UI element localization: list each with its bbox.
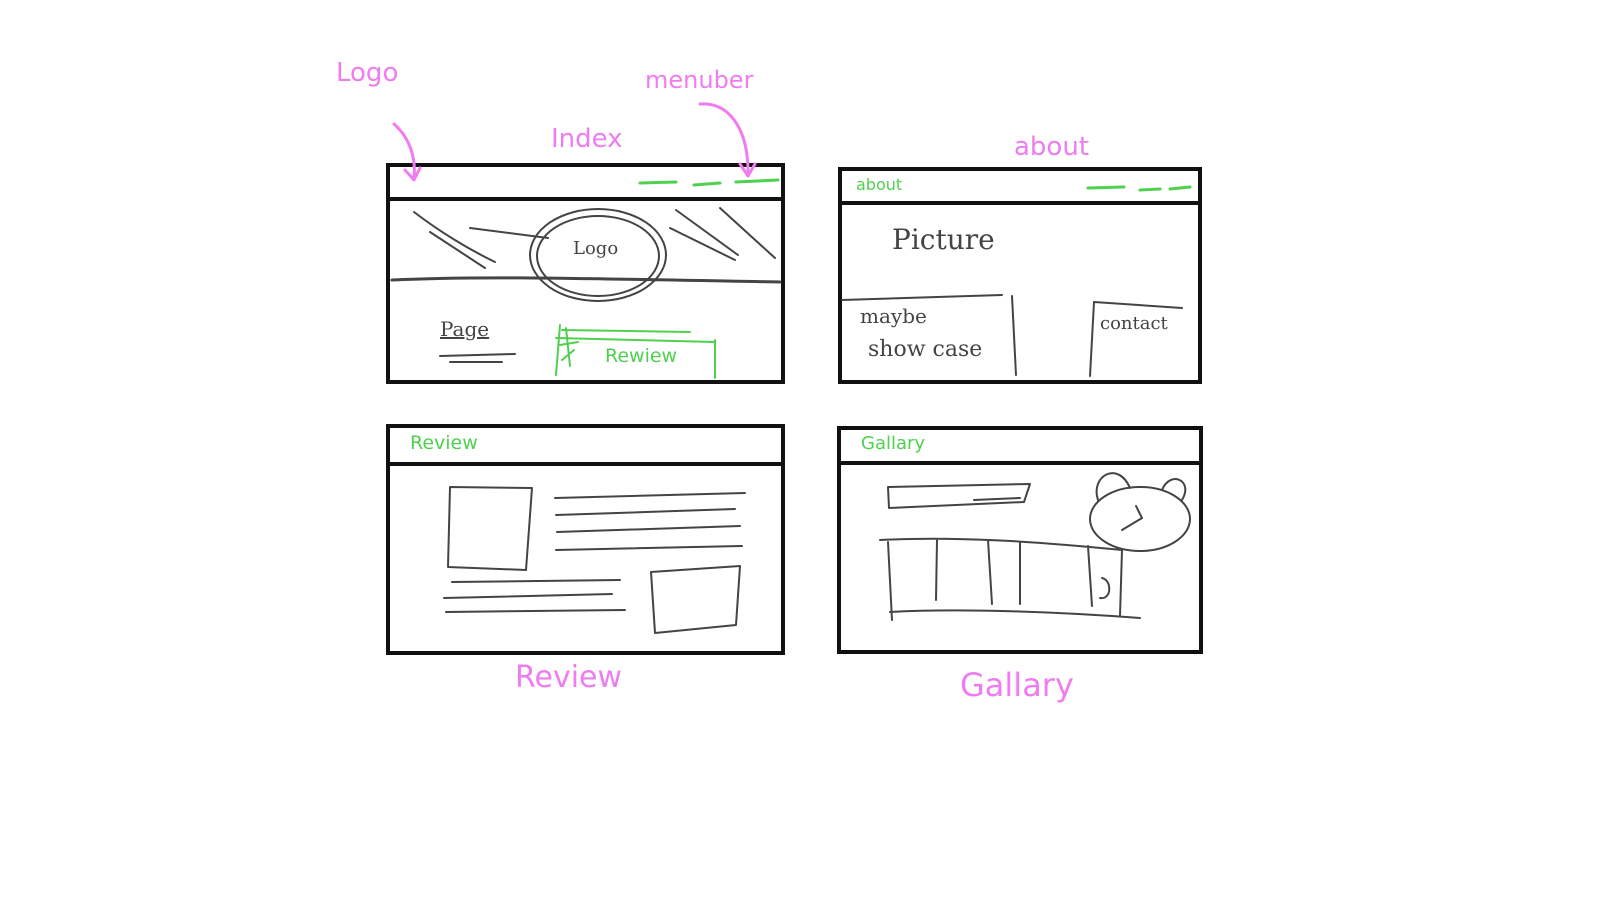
annotation-menubar: menuber <box>645 66 754 94</box>
annotation-about: about <box>1014 132 1090 162</box>
about-showcase-line-1: maybe <box>860 304 927 328</box>
about-picture: Picture <box>892 223 995 256</box>
about-showcase-line-2: show case <box>868 337 983 362</box>
annotation-review: Review <box>515 660 623 695</box>
review-header-label: Review <box>410 432 478 454</box>
review-wireframe: Review <box>386 424 785 655</box>
index-review-link: Rewiew <box>605 345 678 367</box>
about-header-label: about <box>856 175 903 194</box>
annotation-logo: Logo <box>336 58 399 88</box>
about-contact: contact <box>1100 313 1168 334</box>
index-page-link: Page <box>440 317 490 341</box>
sketch-strokes <box>390 102 1192 634</box>
index-wireframe: Logo Page Rewiew <box>386 163 785 384</box>
index-menubar <box>390 167 781 201</box>
index-hero-logo: Logo <box>573 238 619 259</box>
gallery-wireframe: Gallary <box>837 426 1203 654</box>
annotation-index: Index <box>551 124 623 154</box>
about-wireframe: about Picture maybe show case contact <box>838 167 1202 384</box>
annotation-gallery: Gallary <box>960 666 1074 704</box>
gallery-header-label: Gallary <box>861 433 926 454</box>
